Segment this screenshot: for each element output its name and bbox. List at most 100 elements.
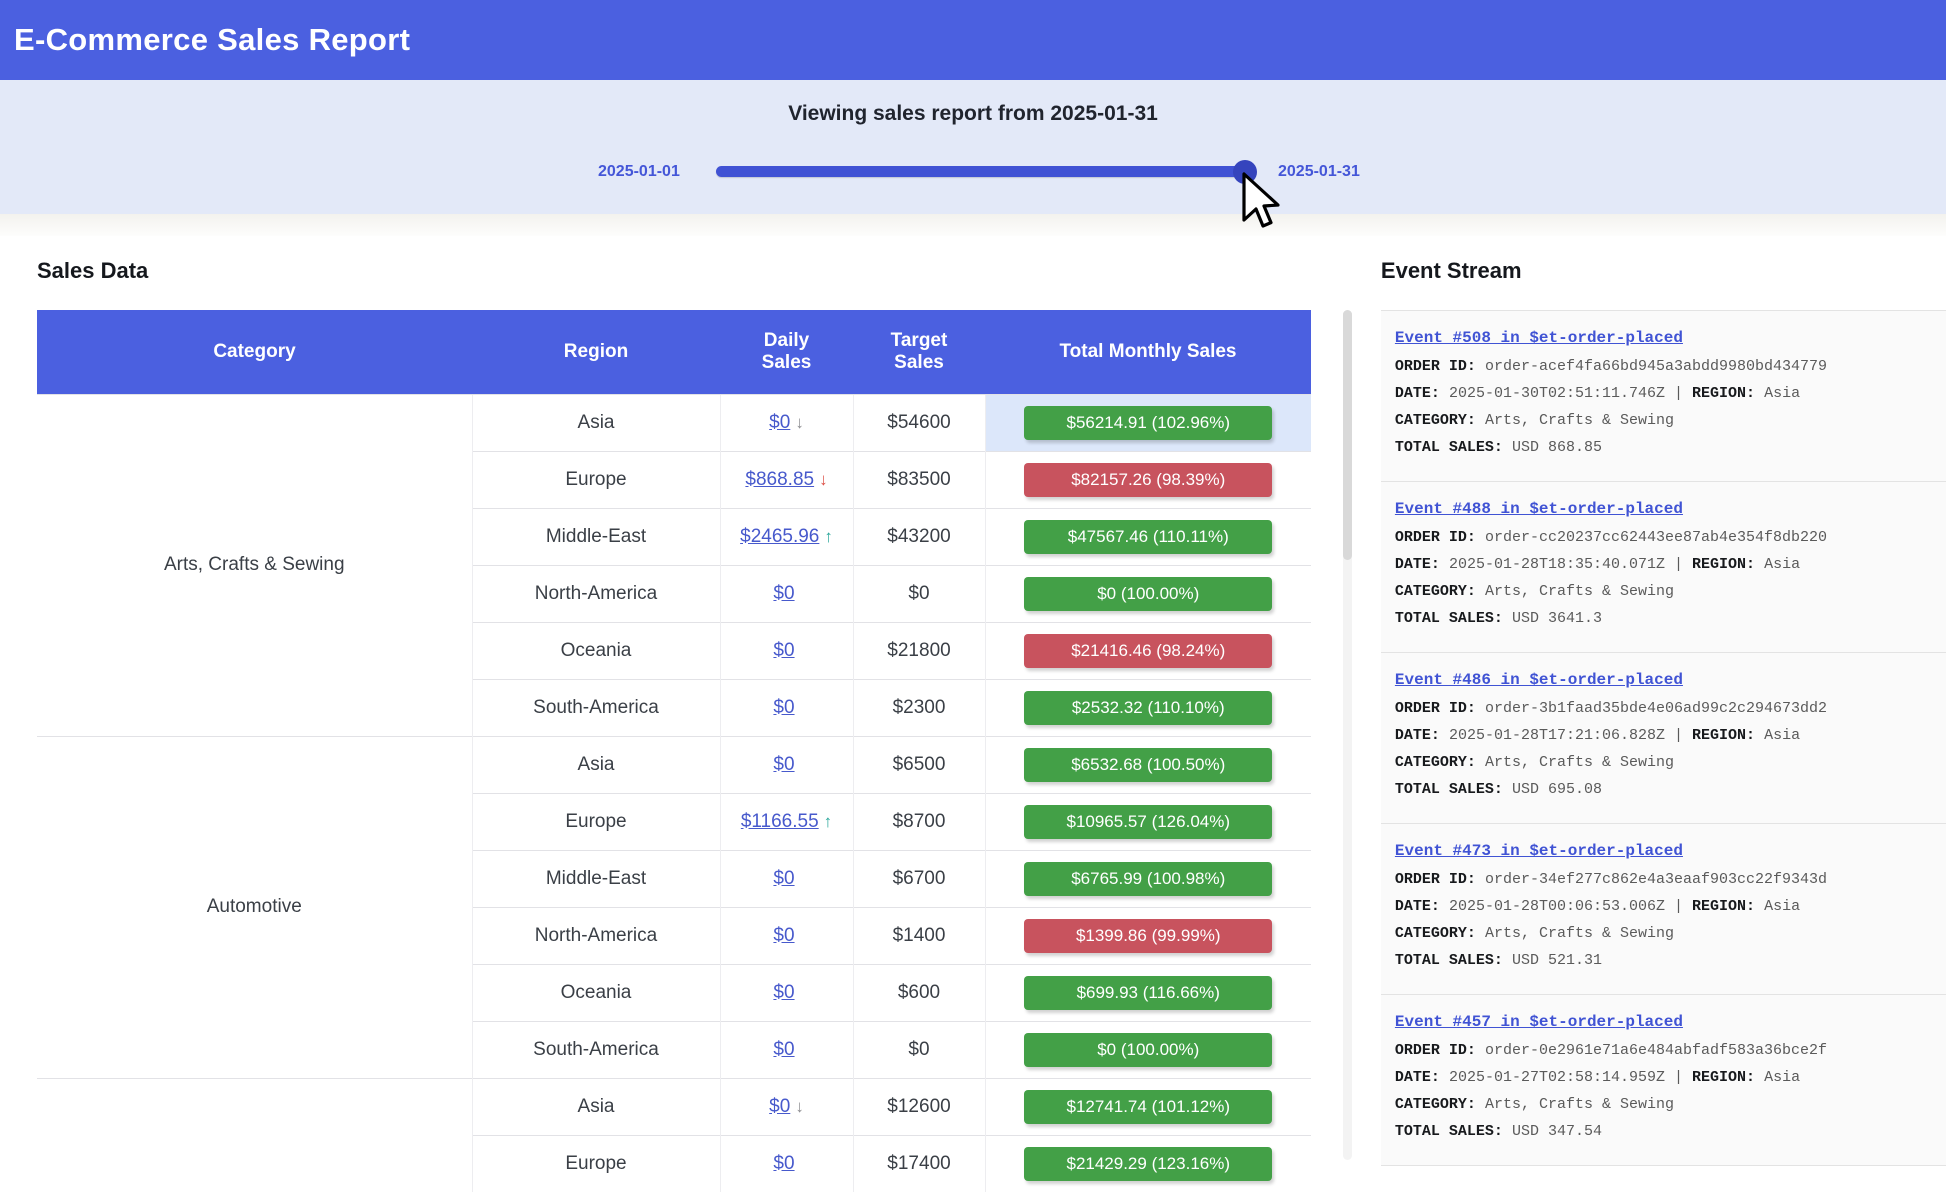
daily-sales-link[interactable]: $0 [769, 1096, 790, 1117]
region-cell: Asia [472, 1078, 720, 1135]
monthly-sales-badge: $21416.46 (98.24%) [1024, 634, 1272, 668]
total-monthly-sales-cell: $12741.74 (101.12%) [985, 1078, 1311, 1135]
daily-sales-link[interactable]: $1166.55 [741, 811, 819, 832]
monthly-sales-badge: $699.93 (116.66%) [1024, 976, 1272, 1010]
target-sales-cell: $8700 [853, 793, 985, 850]
total-monthly-sales-cell: $6765.99 (100.98%) [985, 850, 1311, 907]
target-sales-cell: $6500 [853, 736, 985, 793]
total-monthly-sales-cell: $0 (100.00%) [985, 565, 1311, 622]
total-monthly-sales-cell: $0 (100.00%) [985, 1021, 1311, 1078]
monthly-sales-badge: $82157.26 (98.39%) [1024, 463, 1272, 497]
slider-title: Viewing sales report from 2025-01-31 [0, 80, 1946, 126]
daily-sales-cell: $0 [720, 1021, 853, 1078]
monthly-sales-badge: $10965.57 (126.04%) [1024, 805, 1272, 839]
daily-sales-link[interactable]: $0 [773, 868, 794, 889]
target-sales-cell: $0 [853, 565, 985, 622]
section-divider [0, 214, 1946, 236]
region-cell: Europe [472, 1135, 720, 1192]
region-cell: Middle-East [472, 508, 720, 565]
event-date-region-line: DATE: 2025-01-30T02:51:11.746Z | REGION:… [1395, 380, 1936, 407]
daily-sales-cell: $0 [720, 964, 853, 1021]
category-cell: Automotive [37, 736, 472, 1078]
region-cell: Oceania [472, 964, 720, 1021]
event-order-id-line: ORDER ID: order-3b1faad35bde4e06ad99c2c2… [1395, 695, 1936, 722]
daily-sales-link[interactable]: $0 [773, 697, 794, 718]
col-header-category: Category [37, 310, 472, 394]
target-sales-cell: $2300 [853, 679, 985, 736]
event-date-region-line: DATE: 2025-01-28T17:21:06.828Z | REGION:… [1395, 722, 1936, 749]
event-link[interactable]: Event #488 in $et-order-placed [1395, 500, 1683, 518]
monthly-sales-badge: $12741.74 (101.12%) [1024, 1090, 1272, 1124]
event-category-line: CATEGORY: Arts, Crafts & Sewing [1395, 407, 1936, 434]
monthly-sales-badge: $0 (100.00%) [1024, 577, 1272, 611]
col-header-daily-sales: Daily Sales [720, 310, 853, 394]
total-monthly-sales-cell: $10965.57 (126.04%) [985, 793, 1311, 850]
region-cell: North-America [472, 907, 720, 964]
total-monthly-sales-cell: $699.93 (116.66%) [985, 964, 1311, 1021]
date-slider-track[interactable] [716, 166, 1245, 177]
event-link[interactable]: Event #508 in $et-order-placed [1395, 329, 1683, 347]
daily-sales-link[interactable]: $0 [773, 925, 794, 946]
event-total-sales-line: TOTAL SALES: USD 347.54 [1395, 1118, 1936, 1145]
daily-sales-link[interactable]: $2465.96 [740, 526, 819, 547]
monthly-sales-badge: $6765.99 (100.98%) [1024, 862, 1272, 896]
event-total-sales-line: TOTAL SALES: USD 521.31 [1395, 947, 1936, 974]
daily-sales-link[interactable]: $0 [773, 982, 794, 1003]
event-link[interactable]: Event #486 in $et-order-placed [1395, 671, 1683, 689]
daily-sales-link[interactable]: $0 [773, 1153, 794, 1174]
main-content: Sales Data Category Region Daily Sales T… [0, 236, 1946, 1192]
target-sales-cell: $54600 [853, 394, 985, 451]
total-monthly-sales-cell: $21416.46 (98.24%) [985, 622, 1311, 679]
trend-arrow-icon: ↓ [795, 413, 804, 432]
sales-data-heading: Sales Data [37, 258, 1355, 284]
table-row: Automotive Asia $0 $6500 $6532.68 (100.5… [37, 736, 1311, 793]
app-header: E-Commerce Sales Report [0, 0, 1946, 80]
table-row: Asia $0↓ $12600 $12741.74 (101.12%) [37, 1078, 1311, 1135]
page-title: E-Commerce Sales Report [14, 22, 410, 58]
event-category-line: CATEGORY: Arts, Crafts & Sewing [1395, 1091, 1936, 1118]
monthly-sales-badge: $1399.86 (99.99%) [1024, 919, 1272, 953]
event-date-region-line: DATE: 2025-01-27T02:58:14.959Z | REGION:… [1395, 1064, 1936, 1091]
daily-sales-link[interactable]: $0 [773, 583, 794, 604]
total-monthly-sales-cell: $6532.68 (100.50%) [985, 736, 1311, 793]
category-cell: Arts, Crafts & Sewing [37, 394, 472, 736]
daily-sales-cell: $0 [720, 1135, 853, 1192]
daily-sales-cell: $0 [720, 736, 853, 793]
daily-sales-link[interactable]: $0 [769, 412, 790, 433]
table-header-row: Category Region Daily Sales Target Sales… [37, 310, 1311, 394]
monthly-sales-badge: $0 (100.00%) [1024, 1033, 1272, 1067]
event-order-id-line: ORDER ID: order-acef4fa66bd945a3abdd9980… [1395, 353, 1936, 380]
event-date-region-line: DATE: 2025-01-28T00:06:53.006Z | REGION:… [1395, 893, 1936, 920]
event-link[interactable]: Event #457 in $et-order-placed [1395, 1013, 1683, 1031]
event-stream-list: Event #508 in $et-order-placed ORDER ID:… [1381, 310, 1946, 1166]
event-card: Event #473 in $et-order-placed ORDER ID:… [1381, 824, 1946, 995]
monthly-sales-badge: $47567.46 (110.11%) [1024, 520, 1272, 554]
daily-sales-link[interactable]: $0 [773, 1039, 794, 1060]
region-cell: Europe [472, 793, 720, 850]
daily-sales-cell: $0 [720, 679, 853, 736]
monthly-sales-badge: $6532.68 (100.50%) [1024, 748, 1272, 782]
event-card: Event #508 in $et-order-placed ORDER ID:… [1381, 311, 1946, 482]
daily-sales-link[interactable]: $868.85 [745, 469, 814, 490]
region-cell: South-America [472, 679, 720, 736]
table-scrollbar-track[interactable] [1343, 310, 1352, 1160]
daily-sales-cell: $0 [720, 850, 853, 907]
daily-sales-link[interactable]: $0 [773, 640, 794, 661]
target-sales-cell: $12600 [853, 1078, 985, 1135]
slider-max-label: 2025-01-31 [1278, 163, 1360, 181]
event-order-id-line: ORDER ID: order-0e2961e71a6e484abfadf583… [1395, 1037, 1936, 1064]
event-link[interactable]: Event #473 in $et-order-placed [1395, 842, 1683, 860]
category-cell [37, 1078, 472, 1192]
target-sales-cell: $0 [853, 1021, 985, 1078]
event-category-line: CATEGORY: Arts, Crafts & Sewing [1395, 920, 1936, 947]
trend-arrow-icon: ↑ [824, 527, 833, 546]
col-header-total-monthly-sales: Total Monthly Sales [985, 310, 1311, 394]
slider-min-label: 2025-01-01 [598, 163, 680, 181]
trend-arrow-icon: ↓ [819, 470, 828, 489]
daily-sales-link[interactable]: $0 [773, 754, 794, 775]
region-cell: South-America [472, 1021, 720, 1078]
table-scrollbar-thumb[interactable] [1343, 310, 1352, 560]
sales-table: Category Region Daily Sales Target Sales… [37, 310, 1311, 1192]
daily-sales-cell: $0 [720, 907, 853, 964]
event-card: Event #457 in $et-order-placed ORDER ID:… [1381, 995, 1946, 1166]
